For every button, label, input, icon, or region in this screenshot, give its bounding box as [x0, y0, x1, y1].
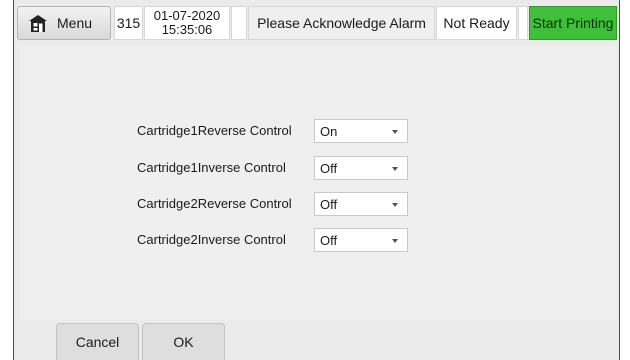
printer-state: Not Ready — [436, 6, 517, 40]
setting-row: Cartridge2Inverse Control Off — [20, 228, 617, 252]
select-value: On — [320, 123, 338, 139]
menu-label: Menu — [57, 15, 93, 31]
cartridge2-reverse-select[interactable]: Off — [314, 192, 408, 216]
menu-button[interactable]: Menu — [17, 6, 111, 40]
setting-label: Cartridge1Inverse Control — [137, 160, 286, 175]
status-spacer-2 — [518, 6, 528, 40]
setting-row: Cartridge1Reverse Control On — [20, 119, 617, 143]
cartridge1-reverse-select[interactable]: On — [314, 119, 408, 143]
date-time-display: 01-07-2020 15:35:06 — [144, 6, 230, 40]
chevron-down-icon — [392, 239, 398, 243]
chevron-down-icon — [392, 167, 398, 171]
setting-label: Cartridge1Reverse Control — [137, 123, 292, 138]
time-text: 15:35:06 — [161, 22, 213, 37]
home-icon — [28, 14, 48, 33]
ok-button[interactable]: OK — [142, 323, 225, 360]
cartridge2-inverse-select[interactable]: Off — [314, 228, 408, 252]
app-window: Menu 315 01-07-2020 15:35:06 Please Ackn… — [13, 0, 620, 360]
setting-label: Cartridge2Reverse Control — [137, 196, 292, 211]
alarm-message[interactable]: Please Acknowledge Alarm — [248, 6, 435, 40]
cancel-button[interactable]: Cancel — [56, 323, 139, 360]
job-count: 315 — [114, 6, 143, 40]
setting-row: Cartridge1Inverse Control Off — [20, 156, 617, 180]
start-printing-button[interactable]: Start Printing — [529, 6, 617, 40]
status-spacer — [231, 6, 247, 40]
setting-row: Cartridge2Reverse Control Off — [20, 192, 617, 216]
date-text: 01-07-2020 — [153, 8, 221, 23]
chevron-down-icon — [392, 203, 398, 207]
select-value: Off — [320, 232, 338, 248]
chevron-down-icon — [392, 130, 398, 134]
select-value: Off — [320, 196, 338, 212]
cartridge1-inverse-select[interactable]: Off — [314, 156, 408, 180]
setting-label: Cartridge2Inverse Control — [137, 232, 286, 247]
select-value: Off — [320, 160, 338, 176]
settings-panel: Cartridge1Reverse Control On Cartridge1I… — [20, 46, 617, 320]
